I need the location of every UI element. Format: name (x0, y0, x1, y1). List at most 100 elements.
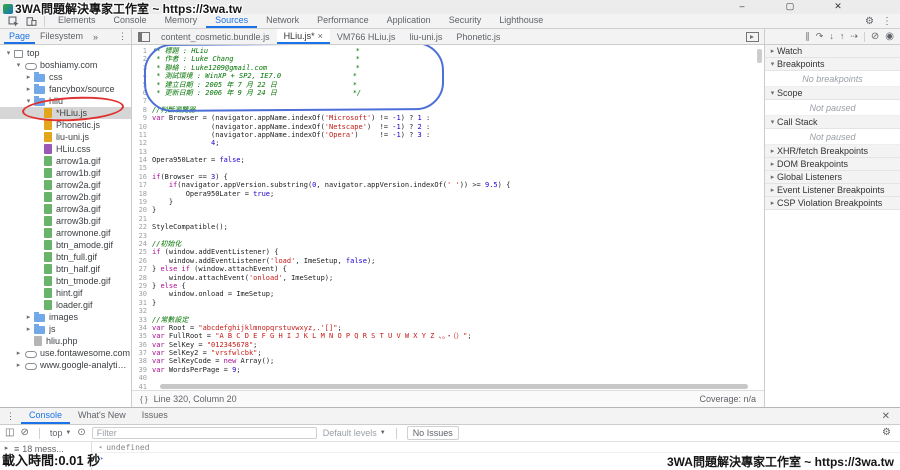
line-number: 2 (132, 55, 152, 63)
drawer-menu-icon[interactable]: ⋮ (6, 411, 15, 422)
log-levels-selector[interactable]: Default levels ▼ (323, 428, 386, 438)
close-drawer-icon[interactable]: ✕ (882, 411, 896, 422)
tree-arrow-icon[interactable]: ▸ (14, 349, 23, 357)
cloud-icon (24, 360, 36, 370)
devtools-tab-security[interactable]: Security (440, 14, 491, 28)
devtools-tab-performance[interactable]: Performance (308, 14, 378, 28)
tree-item-btn-amode-gif[interactable]: btn_amode.gif (0, 239, 131, 251)
tree-item-arrow3b-gif[interactable]: arrow3b.gif (0, 215, 131, 227)
tree-item-arrow3a-gif[interactable]: arrow3a.gif (0, 203, 131, 215)
tree-arrow-icon[interactable]: ▸ (24, 73, 33, 81)
tree-item-hint-gif[interactable]: hint.gif (0, 287, 131, 299)
editor-tab-phonetic-js[interactable]: Phonetic.js (449, 29, 507, 44)
tree-item-btn-half-gif[interactable]: btn_half.gif (0, 263, 131, 275)
tree-item-www-google-analytics-com[interactable]: ▸www.google-analytics.com (0, 359, 131, 371)
tree-arrow-icon[interactable]: ▾ (24, 97, 33, 105)
tree-item-liu-uni-js[interactable]: liu-uni.js (0, 131, 131, 143)
tree-item-hliu-php[interactable]: hliu.php (0, 335, 131, 347)
editor-tab-hliu-js[interactable]: HLiu.js*× (277, 29, 330, 44)
tree-item-use-fontawesome-com[interactable]: ▸use.fontawesome.com (0, 347, 131, 359)
line-number: 28 (132, 274, 152, 282)
editor-tab-liu-uni-js[interactable]: liu-uni.js (402, 29, 449, 44)
tree-item-arrow1b-gif[interactable]: arrow1b.gif (0, 167, 131, 179)
section-global-listeners[interactable]: ▸Global Listeners (765, 171, 900, 184)
pause-on-exceptions-icon[interactable]: ◉ (885, 32, 894, 41)
tree-item-loader-gif[interactable]: loader.gif (0, 299, 131, 311)
step-over-icon[interactable]: ↷ (816, 32, 824, 41)
navigator-tab-page[interactable]: Page (4, 29, 35, 44)
section-label: DOM Breakpoints (777, 159, 848, 169)
tree-item-arrownone-gif[interactable]: arrownone.gif (0, 227, 131, 239)
tree-arrow-icon[interactable]: ▾ (14, 61, 23, 69)
vertical-scrollbar[interactable] (757, 49, 762, 63)
devtools-tab-network[interactable]: Network (257, 14, 308, 28)
code-editor[interactable]: 1/* 標題 : HLiu *2 * 作者 : Luke Chang *3 * … (132, 45, 764, 390)
drawer-tab-issues[interactable]: Issues (134, 408, 176, 424)
line-number: 32 (132, 307, 152, 315)
tree-arrow-icon[interactable]: ▸ (14, 361, 23, 369)
minimize-button[interactable]: – (732, 0, 752, 13)
step-into-icon[interactable]: ↓ (829, 32, 834, 41)
close-tab-icon[interactable]: × (318, 31, 323, 41)
tree-arrow-icon[interactable]: ▾ (4, 49, 13, 57)
step-out-icon[interactable]: ↑ (840, 32, 845, 41)
more-tabs-icon[interactable]: » (90, 32, 101, 42)
settings-gear-icon[interactable]: ⚙ (865, 16, 874, 27)
section-scope[interactable]: ▾Scope (765, 87, 900, 100)
tree-item-top[interactable]: ▾top (0, 47, 131, 59)
pause-icon[interactable]: ∥ (805, 32, 810, 41)
editor-tab-vm766-hliu-js[interactable]: VM766 HLiu.js (330, 29, 403, 44)
console-sidebar-toggle-icon[interactable]: ◫ (5, 428, 14, 438)
code-line: 33//常數設定 (132, 316, 764, 324)
section-call-stack[interactable]: ▾Call Stack (765, 116, 900, 129)
pretty-print-icon[interactable]: { } (140, 395, 148, 404)
tree-arrow-icon[interactable]: ▸ (24, 313, 33, 321)
devtools-menu-icon[interactable]: ⋮ (882, 16, 892, 27)
section-event-listener-breakpoints[interactable]: ▸Event Listener Breakpoints (765, 184, 900, 197)
deactivate-breakpoints-icon[interactable]: ⊘ (871, 32, 879, 41)
context-selector[interactable]: top ▼ (50, 428, 71, 438)
drawer-tab-console[interactable]: Console (21, 408, 70, 424)
tree-item-btn-full-gif[interactable]: btn_full.gif (0, 251, 131, 263)
editor-tab-content-cosmetic-bundle-js[interactable]: content_cosmetic.bundle.js (154, 29, 277, 44)
navigator-tab-filesystem[interactable]: Filesystem (35, 29, 88, 44)
section-watch[interactable]: ▸Watch (765, 45, 900, 58)
console-filter-input[interactable] (92, 427, 317, 439)
tree-item-css[interactable]: ▸css (0, 71, 131, 83)
clear-console-icon[interactable]: ⊘ (20, 428, 28, 438)
toggle-navigator-icon[interactable] (138, 32, 150, 42)
tree-item-boshiamy-com[interactable]: ▾boshiamy.com (0, 59, 131, 71)
drawer-tab-what-s-new[interactable]: What's New (70, 408, 134, 424)
tree-item-images[interactable]: ▸images (0, 311, 131, 323)
tree-arrow-icon[interactable]: ▸ (24, 85, 33, 93)
tree-item-js[interactable]: ▸js (0, 323, 131, 335)
navigator-menu-icon[interactable]: ⋮ (118, 31, 127, 42)
tree-item-arrow2b-gif[interactable]: arrow2b.gif (0, 191, 131, 203)
tree-item-label: arrownone.gif (56, 228, 111, 238)
section-breakpoints[interactable]: ▾Breakpoints (765, 58, 900, 71)
tree-item-hliu-js[interactable]: *HLiu.js (0, 107, 131, 119)
tree-item-hliu-css[interactable]: HLiu.css (0, 143, 131, 155)
issues-counter[interactable]: No Issues (407, 426, 459, 440)
tree-item-phonetic-js[interactable]: Phonetic.js (0, 119, 131, 131)
devtools-tab-lighthouse[interactable]: Lighthouse (490, 14, 552, 28)
toggle-debugger-sidebar-icon[interactable] (746, 32, 759, 42)
horizontal-scrollbar[interactable] (160, 384, 748, 389)
close-button[interactable]: ✕ (828, 0, 848, 13)
tree-item-arrow2a-gif[interactable]: arrow2a.gif (0, 179, 131, 191)
code-line: 34var Root = "abcdefghijklmnopqrstuvwxyz… (132, 324, 764, 332)
console-settings-gear-icon[interactable]: ⚙ (882, 428, 895, 438)
maximize-button[interactable]: ▢ (780, 0, 800, 13)
section-csp-violation-breakpoints[interactable]: ▸CSP Violation Breakpoints (765, 197, 900, 210)
step-icon[interactable]: ⇢ (850, 32, 858, 41)
tree-item-btn-tmode-gif[interactable]: btn_tmode.gif (0, 275, 131, 287)
section-dom-breakpoints[interactable]: ▸DOM Breakpoints (765, 158, 900, 171)
tree-item-arrow1a-gif[interactable]: arrow1a.gif (0, 155, 131, 167)
tree-item-fancybox-source[interactable]: ▸fancybox/source (0, 83, 131, 95)
live-expression-eye-icon[interactable]: ⊙ (77, 428, 85, 438)
section-xhr-fetch-breakpoints[interactable]: ▸XHR/fetch Breakpoints (765, 145, 900, 158)
tree-item-hliu[interactable]: ▾hliu (0, 95, 131, 107)
line-number: 37 (132, 349, 152, 357)
tree-arrow-icon[interactable]: ▸ (24, 325, 33, 333)
devtools-tab-application[interactable]: Application (378, 14, 440, 28)
